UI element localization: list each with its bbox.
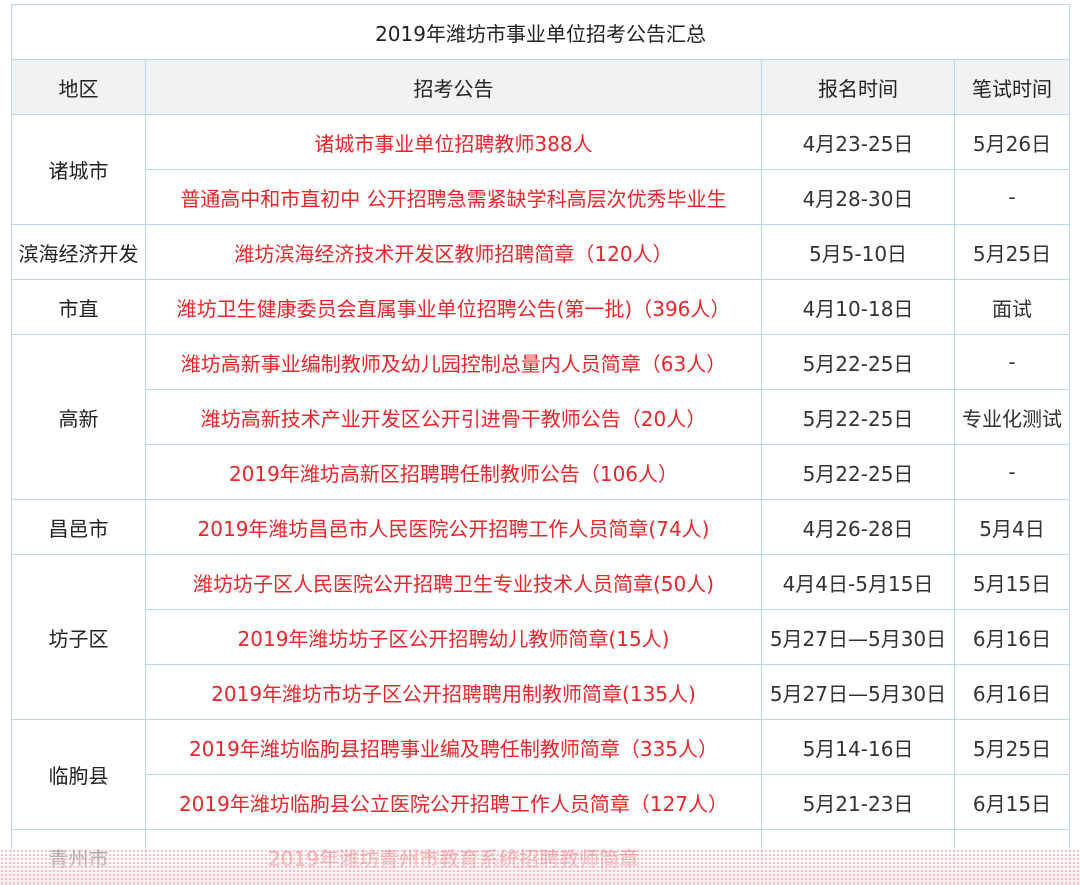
exam-time-cell: 面试 (953, 279, 1071, 335)
notice-link[interactable]: 普通高中和市直初中 公开招聘急需紧缺学科高层次优秀毕业生 (180, 187, 726, 211)
exam-time-cell: 5月25日 (953, 719, 1071, 775)
registration-time-cell: 4月23-25日 (761, 114, 955, 170)
exam-time-cell: 5月26日 (953, 114, 1071, 170)
exam-time-cell: 5月15日 (953, 554, 1071, 610)
table-row: 滨海经济开发 潍坊滨海经济技术开发区教师招聘简章（120人） 5月5-10日 5月25… (11, 224, 1071, 280)
notice-link[interactable]: 2019年潍坊市坊子区公开招聘聘用制教师简章(135人) (211, 682, 696, 706)
registration-time-cell: 5月21-23日 (761, 774, 955, 830)
registration-time-cell: 5月22-25日 (761, 334, 955, 390)
registration-time-cell: 5月22-25日 (761, 389, 955, 445)
registration-time-cell: 4月4日-5月15日 (761, 554, 955, 610)
exam-time-cell: 5月25日 (953, 224, 1071, 280)
notice-link[interactable]: 潍坊卫生健康委员会直属事业单位招聘公告(第一批)（396人） (177, 297, 731, 321)
notice-link[interactable]: 诸城市事业单位招聘教师388人 (314, 132, 592, 156)
exam-time-cell: - (953, 334, 1071, 390)
registration-time-cell: 5月27日—5月30日 (761, 664, 955, 720)
notice-cell: 2019年潍坊临朐县公立医院公开招聘工作人员简章（127人） (145, 774, 762, 830)
registration-time-cell: 5月22-25日 (761, 444, 955, 500)
region-cell: 临朐县 (11, 719, 146, 830)
notice-cell: 2019年潍坊临朐县招聘事业编及聘任制教师简章（335人） (145, 719, 762, 775)
header-registration-time: 报名时间 (761, 59, 955, 115)
notice-link[interactable]: 2019年潍坊临朐县招聘事业编及聘任制教师简章（335人） (189, 737, 718, 761)
notice-summary-table: 2019年潍坊市事业单位招考公告汇总 地区 招考公告 报名时间 笔试时间 诸城市… (10, 4, 1071, 885)
table-row: 诸城市 诸城市事业单位招聘教师388人 4月23-25日 5月26日 (11, 114, 1071, 225)
notice-cell: 2019年潍坊高新区招聘聘任制教师公告（106人） (145, 444, 762, 500)
notice-link[interactable]: 潍坊滨海经济技术开发区教师招聘简章（120人） (234, 242, 672, 266)
notice-link[interactable]: 2019年潍坊昌邑市人民医院公开招聘工作人员简章(74人) (198, 517, 710, 541)
notice-link[interactable]: 潍坊高新技术产业开发区公开引进骨干教师公告（20人） (201, 407, 706, 431)
exam-time-cell: 6月16日 (953, 609, 1071, 665)
notice-cell: 2019年潍坊坊子区公开招聘幼儿教师简章(15人) (145, 609, 762, 665)
registration-time-cell: 4月10-18日 (761, 279, 955, 335)
table-row: 2019年潍坊临朐县公立医院公开招聘工作人员简章（127人） 5月21-23日 6月… (12, 774, 1071, 830)
notice-cell: 诸城市事业单位招聘教师388人 (145, 114, 762, 170)
table-row: 坊子区 潍坊坊子区人民医院公开招聘卫生专业技术人员简章(50人) 4月4日-5月15… (11, 554, 1071, 720)
notice-link[interactable]: 潍坊高新事业编制教师及幼儿园控制总量内人员简章（63人） (181, 352, 726, 376)
table-row: 昌邑市 2019年潍坊昌邑市人民医院公开招聘工作人员简章(74人) 4月26-28日… (11, 499, 1071, 555)
registration-time-cell: 5月5-10日 (761, 224, 955, 280)
table-row: 2019年潍坊坊子区公开招聘幼儿教师简章(15人) 5月27日—5月30日 6月16… (12, 609, 1071, 665)
notice-link[interactable]: 2019年潍坊临朐县公立医院公开招聘工作人员简章（127人） (179, 792, 728, 816)
region-cell: 坊子区 (11, 554, 146, 720)
blurred-overlay (0, 849, 1080, 885)
region-cell: 诸城市 (11, 114, 146, 225)
notice-link[interactable]: 2019年潍坊高新区招聘聘任制教师公告（106人） (229, 462, 678, 486)
table-row: 潍坊高新技术产业开发区公开引进骨干教师公告（20人） 5月22-25日 专业化测试 (12, 389, 1071, 445)
table-row: 2019年潍坊高新区招聘聘任制教师公告（106人） 5月22-25日 - (12, 444, 1071, 500)
table-row: 高新 潍坊高新事业编制教师及幼儿园控制总量内人员简章（63人） 5月22-25日 - (11, 334, 1071, 500)
notice-link[interactable]: 潍坊坊子区人民医院公开招聘卫生专业技术人员简章(50人) (193, 572, 714, 596)
header-region: 地区 (11, 59, 146, 115)
notice-cell: 潍坊高新事业编制教师及幼儿园控制总量内人员简章（63人） (145, 334, 762, 390)
notice-cell: 普通高中和市直初中 公开招聘急需紧缺学科高层次优秀毕业生 (145, 169, 762, 225)
notice-cell: 潍坊卫生健康委员会直属事业单位招聘公告(第一批)（396人） (145, 279, 762, 335)
table-row: 普通高中和市直初中 公开招聘急需紧缺学科高层次优秀毕业生 4月28-30日 - (12, 169, 1071, 225)
registration-time-cell: 4月26-28日 (761, 499, 955, 555)
exam-time-cell: 专业化测试 (953, 389, 1071, 445)
registration-time-cell: 5月27日—5月30日 (761, 609, 955, 665)
table-title: 2019年潍坊市事业单位招考公告汇总 (10, 4, 1071, 60)
region-cell: 市直 (11, 279, 146, 335)
exam-time-cell: 5月4日 (953, 499, 1071, 555)
notice-link[interactable]: 2019年潍坊坊子区公开招聘幼儿教师简章(15人) (238, 627, 670, 651)
exam-time-cell: - (953, 444, 1071, 500)
header-exam-time: 笔试时间 (953, 59, 1071, 115)
notice-cell: 2019年潍坊昌邑市人民医院公开招聘工作人员简章(74人) (145, 499, 762, 555)
exam-time-cell: 6月16日 (953, 664, 1071, 720)
region-cell: 昌邑市 (11, 499, 146, 555)
table-row: 2019年潍坊市坊子区公开招聘聘用制教师简章(135人) 5月27日—5月30日 6… (12, 664, 1071, 720)
notice-cell: 2019年潍坊市坊子区公开招聘聘用制教师简章(135人) (145, 664, 762, 720)
exam-time-cell: 6月15日 (953, 774, 1071, 830)
region-cell: 滨海经济开发 (11, 224, 146, 280)
table-row: 市直 潍坊卫生健康委员会直属事业单位招聘公告(第一批)（396人） 4月10-18日… (11, 279, 1071, 335)
table-row: 临朐县 2019年潍坊临朐县招聘事业编及聘任制教师简章（335人） 5月14-16日… (11, 719, 1071, 830)
table-body: 诸城市 诸城市事业单位招聘教师388人 4月23-25日 5月26日 普通高中和市直初中… (11, 114, 1071, 885)
region-cell: 高新 (11, 334, 146, 500)
registration-time-cell: 5月14-16日 (761, 719, 955, 775)
notice-cell: 潍坊滨海经济技术开发区教师招聘简章（120人） (145, 224, 762, 280)
notice-cell: 潍坊高新技术产业开发区公开引进骨干教师公告（20人） (145, 389, 762, 445)
exam-time-cell: - (953, 169, 1071, 225)
registration-time-cell: 4月28-30日 (761, 169, 955, 225)
header-notice: 招考公告 (145, 59, 762, 115)
notice-cell: 潍坊坊子区人民医院公开招聘卫生专业技术人员简章(50人) (145, 554, 762, 610)
